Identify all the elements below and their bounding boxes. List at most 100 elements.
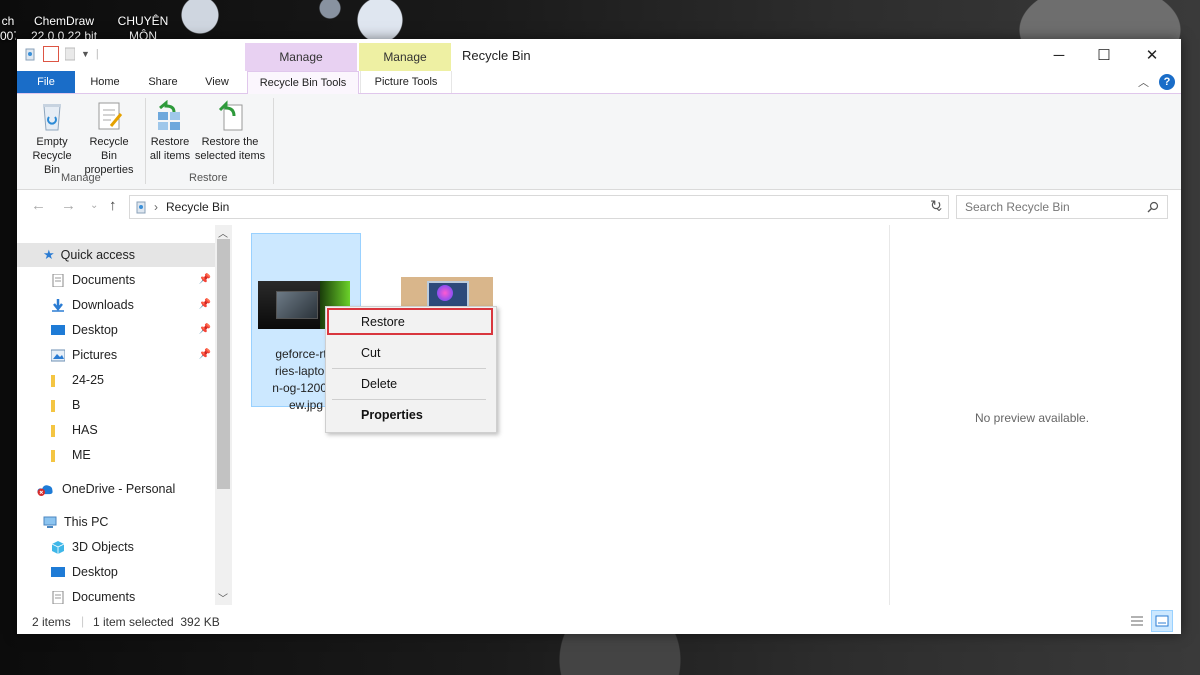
tab-share[interactable]: Share [141, 71, 185, 93]
up-arrow-icon[interactable]: ↑ [109, 197, 117, 214]
tab-home[interactable]: Home [83, 71, 127, 93]
menu-item-cut[interactable]: Cut [326, 339, 496, 367]
restore-all-items-button[interactable]: Restore all items [147, 99, 193, 163]
nav-item-desktop[interactable]: Desktop [17, 560, 215, 584]
tab-view[interactable]: View [197, 71, 237, 93]
qat-separator: | [95, 48, 99, 60]
nav-item-documents[interactable]: Documents 📌 [17, 268, 215, 292]
nav-item-folder[interactable]: B [17, 393, 215, 417]
nav-label: Desktop [72, 323, 118, 337]
nav-scrollbar[interactable]: ︿ ﹀ [215, 225, 232, 605]
search-input[interactable]: Search Recycle Bin [956, 195, 1168, 219]
qat-dropdown-icon[interactable]: ▼ [81, 49, 90, 59]
recycle-bin-small-icon [136, 201, 146, 214]
maximize-button[interactable]: ☐ [1081, 39, 1127, 71]
back-arrow-icon[interactable]: ← [31, 197, 46, 214]
help-icon[interactable]: ? [1159, 74, 1175, 90]
preview-divider [889, 225, 890, 605]
large-icons-view-icon[interactable] [1151, 610, 1173, 632]
address-bar[interactable]: › Recycle Bin ⌄ [129, 195, 949, 219]
search-placeholder: Search Recycle Bin [965, 200, 1070, 214]
address-row: ← → ⌄ ↑ › Recycle Bin ⌄ ↻ Search Recycle… [17, 191, 1181, 221]
context-menu: Restore Cut Delete Properties [325, 306, 497, 433]
cube-icon [51, 540, 65, 554]
computer-icon [43, 516, 57, 528]
collapse-ribbon-icon[interactable]: ︿ [1138, 74, 1149, 90]
search-icon [1147, 201, 1159, 213]
picture-manage-header: Manage [359, 43, 451, 71]
nav-label: HAS [72, 423, 98, 437]
nav-item-folder[interactable]: HAS [17, 418, 215, 442]
restore-all-icon [154, 99, 186, 132]
menu-label: Cut [361, 346, 381, 360]
folder-icon [51, 449, 55, 462]
nav-label: Downloads [72, 298, 134, 312]
desktop-folder-icon [51, 324, 65, 335]
ribbon-label: Restore [150, 136, 190, 148]
recycle-bin-properties-button[interactable]: Recycle Bin properties [81, 100, 137, 177]
desktop-folder-icon [51, 566, 65, 577]
ribbon-panel: Empty Recycle Bin Recycle Bin properties… [17, 94, 1181, 190]
refresh-icon[interactable]: ↻ [930, 197, 942, 214]
group-label-restore: Restore [189, 172, 228, 184]
close-button[interactable]: ✕ [1129, 39, 1175, 71]
group-separator [145, 98, 146, 184]
recent-dropdown-icon[interactable]: ⌄ [90, 200, 98, 211]
desktop-icon-label: MÔN [129, 29, 157, 39]
group-separator [273, 98, 274, 184]
minimize-button[interactable]: ─ [1036, 39, 1082, 71]
desktop-icon-chuyen-mon[interactable]: CHUYÊN MÔN [110, 14, 176, 39]
restore-selected-items-button[interactable]: Restore the selected items [193, 100, 267, 163]
window-title: Recycle Bin [462, 48, 531, 63]
nav-item-downloads[interactable]: Downloads 📌 [17, 293, 215, 317]
nav-item-folder[interactable]: 24-25 [17, 368, 215, 392]
pin-icon: 📌 [198, 274, 211, 285]
tab-recycle-bin-tools[interactable]: Recycle Bin Tools [247, 71, 359, 94]
nav-this-pc[interactable]: This PC [17, 510, 215, 534]
menu-item-properties[interactable]: Properties [326, 401, 496, 429]
downloads-icon [52, 298, 64, 312]
breadcrumb[interactable]: Recycle Bin [166, 200, 229, 214]
empty-recycle-bin-button[interactable]: Empty Recycle Bin [23, 100, 81, 177]
group-label-manage: Manage [61, 172, 101, 184]
folder-icon [51, 399, 55, 412]
ribbon-label: selected items [194, 150, 266, 162]
desktop-icon-partial[interactable]: ch 007 [0, 14, 16, 44]
scrollbar-thumb[interactable] [217, 239, 230, 489]
details-view-icon[interactable] [1129, 613, 1145, 629]
ribbon-label: Restore the [201, 136, 259, 148]
nav-label: ME [72, 448, 91, 462]
nav-label: Quick access [60, 248, 135, 262]
forward-arrow-icon[interactable]: → [61, 197, 76, 214]
restore-selected-icon [214, 100, 246, 132]
nav-label: 24-25 [72, 373, 104, 387]
properties-check-icon[interactable] [43, 46, 59, 62]
menu-separator [332, 368, 486, 369]
nav-label: This PC [64, 515, 109, 529]
desktop-icon-chemdraw[interactable]: ChemDraw 22.0.0.22 bit [28, 14, 100, 39]
ribbon-label: Recycle Bin [89, 136, 129, 162]
navigation-pane: ★ Quick access Documents 📌 Downloads 📌 D… [17, 225, 232, 605]
tab-file[interactable]: File [17, 71, 75, 93]
tab-picture-tools[interactable]: Picture Tools [360, 71, 452, 93]
scroll-up-icon[interactable]: ︿ [218, 225, 228, 240]
nav-item-pictures[interactable]: Pictures 📌 [17, 343, 215, 367]
nav-quick-access[interactable]: ★ Quick access [17, 243, 215, 267]
nav-item-folder[interactable]: ME [17, 443, 215, 467]
star-icon: ★ [43, 247, 55, 262]
nav-label: Documents [72, 273, 136, 287]
nav-onedrive[interactable]: OneDrive - Personal [17, 477, 215, 501]
nav-item-documents[interactable]: Documents [17, 585, 215, 605]
properties-icon [93, 100, 125, 132]
explorer-window: ▼ | Manage Manage Recycle Bin ─ ☐ ✕ File… [17, 39, 1181, 634]
menu-separator [332, 399, 486, 400]
folder-small-icon[interactable] [65, 47, 75, 61]
documents-icon [52, 590, 64, 604]
nav-item-3d-objects[interactable]: 3D Objects [17, 535, 215, 559]
scroll-down-icon[interactable]: ﹀ [218, 590, 228, 605]
nav-item-desktop[interactable]: Desktop 📌 [17, 318, 215, 342]
menu-label: Properties [361, 408, 423, 422]
title-bar[interactable]: ▼ | Manage Manage Recycle Bin ─ ☐ ✕ [17, 39, 1181, 71]
empty-recycle-bin-icon [36, 100, 68, 132]
menu-item-delete[interactable]: Delete [326, 370, 496, 398]
